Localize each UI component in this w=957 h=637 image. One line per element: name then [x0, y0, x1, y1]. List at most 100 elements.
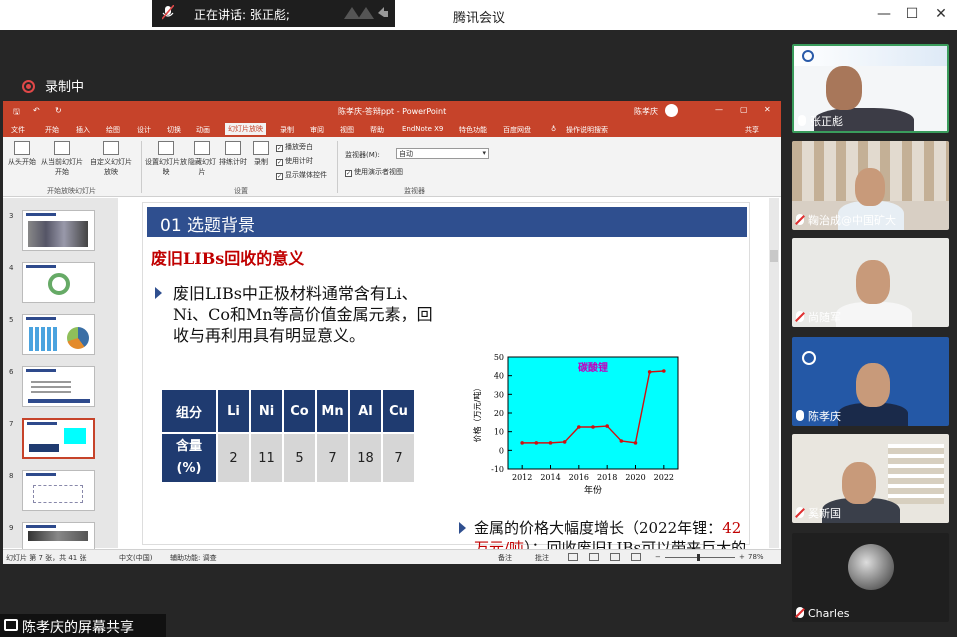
tab-file[interactable]: 文件 — [11, 125, 25, 135]
custom-show-label: 自定义幻灯片放映 — [90, 158, 132, 176]
participant-name-text: 鞠治成@中国矿大 — [808, 214, 896, 227]
checkbox-checked-icon: ✓ — [345, 170, 352, 177]
participant-name: 陈孝庆 — [796, 408, 841, 424]
y-tick-label: 10 — [494, 428, 504, 437]
minimize-icon[interactable]: — — [874, 6, 894, 22]
participant-tile[interactable]: 奚新国 — [792, 434, 949, 523]
participant-name-text: 尚随军 — [808, 311, 841, 324]
reading-view-icon[interactable] — [610, 553, 620, 561]
slide-thumbnail[interactable] — [22, 366, 95, 407]
data-point — [591, 425, 595, 429]
slide-thumbnail[interactable] — [22, 262, 95, 303]
slide-thumbnail-current[interactable] — [22, 418, 95, 459]
chk-timing[interactable]: ✓ 使用计时 — [276, 156, 313, 166]
language-status[interactable]: 中文(中国) — [119, 553, 152, 563]
row-label-line1: 含量 — [175, 439, 202, 454]
participant-name: Charles — [796, 607, 849, 620]
tab-help[interactable]: 帮助 — [370, 125, 384, 135]
share-button[interactable]: 共享 — [745, 125, 759, 135]
monitor-label: 监视器(M): — [345, 151, 380, 159]
zoom-slider-thumb[interactable] — [697, 554, 700, 561]
chk-presenter-view[interactable]: ✓ 使用演示者视图 — [345, 167, 403, 177]
participant-tile[interactable]: 陈孝庆 — [792, 337, 949, 426]
tab-record[interactable]: 录制 — [280, 125, 294, 135]
chart-title: 碳酸锂 — [578, 361, 608, 374]
participant-tile[interactable]: 鞠治成@中国矿大 — [792, 141, 949, 230]
record-button[interactable]: 录制 — [249, 141, 273, 167]
zoom-level[interactable]: 78% — [748, 553, 764, 561]
setup-show-button[interactable]: 设置幻灯片放映 — [145, 141, 187, 177]
tab-design[interactable]: 设计 — [137, 125, 151, 135]
y-tick-label: 30 — [494, 390, 504, 399]
participant-tile[interactable]: Charles — [792, 533, 949, 622]
notes-button[interactable]: 备注 — [498, 553, 512, 563]
participant-tile[interactable]: 张正彪 — [792, 44, 949, 133]
thumb-number: 7 — [9, 420, 14, 428]
participant-name-text: 陈孝庆 — [808, 410, 841, 423]
tab-animations[interactable]: 动画 — [196, 125, 210, 135]
rehearse-icon — [225, 141, 241, 155]
custom-show-button[interactable]: 自定义幻灯片放映 — [89, 141, 133, 177]
ribbon-slideshow: 从头开始 从当前幻灯片开始 自定义幻灯片放映 开始放映幻灯片 设置幻灯片放映 隐… — [3, 137, 781, 197]
hide-slide-button[interactable]: 隐藏幻灯片 — [187, 141, 217, 177]
avatar — [848, 544, 894, 590]
layout-icons[interactable] — [340, 3, 390, 23]
table-row-label: 含量 (%) — [160, 432, 218, 484]
record-label: 录制 — [254, 158, 268, 166]
ppt-close-icon[interactable]: ✕ — [764, 105, 771, 114]
data-point — [562, 440, 567, 444]
zoom-in-icon[interactable]: + — [739, 553, 745, 561]
tab-baidu[interactable]: 百度网盘 — [503, 125, 531, 135]
accessibility-status[interactable]: 辅助功能: 调查 — [170, 553, 217, 563]
recording-indicator[interactable]: 录制中 — [22, 76, 84, 95]
ppt-status-bar: 幻灯片 第 7 张，共 41 张 中文(中国) 辅助功能: 调查 备注 批注 −… — [3, 549, 781, 564]
zoom-out-icon[interactable]: − — [655, 553, 661, 561]
save-icon[interactable]: 🖫 — [13, 106, 20, 120]
banner-background — [794, 46, 947, 66]
chk-narration[interactable]: ✓ 播放旁白 — [276, 142, 313, 152]
sorter-view-icon[interactable] — [589, 553, 599, 561]
tab-view[interactable]: 视图 — [340, 125, 354, 135]
chk-media[interactable]: ✓ 显示媒体控件 — [276, 170, 327, 180]
ppt-minimize-icon[interactable]: — — [715, 105, 723, 114]
participant-tile[interactable]: 尚随军 — [792, 238, 949, 327]
from-current-button[interactable]: 从当前幻灯片开始 — [39, 141, 85, 177]
ppt-maximize-icon[interactable]: ▢ — [740, 105, 748, 114]
table-header-cell: Cu — [381, 388, 416, 434]
comments-button[interactable]: 批注 — [535, 553, 549, 563]
from-start-button[interactable]: 从头开始 — [5, 141, 39, 167]
tab-insert[interactable]: 插入 — [76, 125, 90, 135]
slide-thumbnail[interactable] — [22, 314, 95, 355]
user-avatar[interactable] — [665, 104, 678, 117]
chk-presenter-label: 使用演示者视图 — [354, 168, 403, 176]
slide-thumbnail[interactable] — [22, 470, 95, 511]
mic-icon — [798, 115, 806, 126]
tell-me-search[interactable]: 操作说明搜索 — [566, 125, 608, 135]
tab-review[interactable]: 审阅 — [310, 125, 324, 135]
tab-transitions[interactable]: 切换 — [167, 125, 181, 135]
mic-muted-icon — [796, 311, 804, 322]
tab-home[interactable]: 开始 — [45, 125, 59, 135]
scrollbar-thumb[interactable] — [770, 250, 778, 262]
tab-features[interactable]: 特色功能 — [459, 125, 487, 135]
checkbox-checked-icon: ✓ — [276, 173, 283, 180]
thumb-diagram — [33, 485, 83, 503]
tab-draw[interactable]: 绘图 — [106, 125, 120, 135]
normal-view-icon[interactable] — [568, 553, 578, 561]
close-icon[interactable]: ✕ — [931, 6, 951, 22]
slideshow-view-icon[interactable] — [631, 553, 641, 561]
bullet2-text-pre: 金属的价格大幅度增长（2022年锂： — [474, 519, 723, 537]
redo-icon[interactable]: ↻ — [55, 106, 62, 115]
tab-endnote[interactable]: EndNote X9 — [402, 125, 443, 133]
zoom-slider[interactable] — [665, 557, 735, 558]
editor-scrollbar[interactable] — [769, 198, 779, 548]
tab-slideshow[interactable]: 幻灯片放映 — [225, 123, 266, 135]
thumb-image — [48, 273, 70, 295]
rehearse-button[interactable]: 排练计时 — [217, 141, 249, 167]
slide-thumbnail[interactable] — [22, 210, 95, 251]
table-header-cell: Al — [348, 388, 383, 434]
slide-header-bar: 01 选题背景 — [147, 207, 747, 237]
maximize-icon[interactable]: ☐ — [902, 6, 922, 22]
monitor-select[interactable]: 自动 ▾ — [396, 148, 489, 159]
undo-icon[interactable]: ↶ — [33, 106, 40, 115]
